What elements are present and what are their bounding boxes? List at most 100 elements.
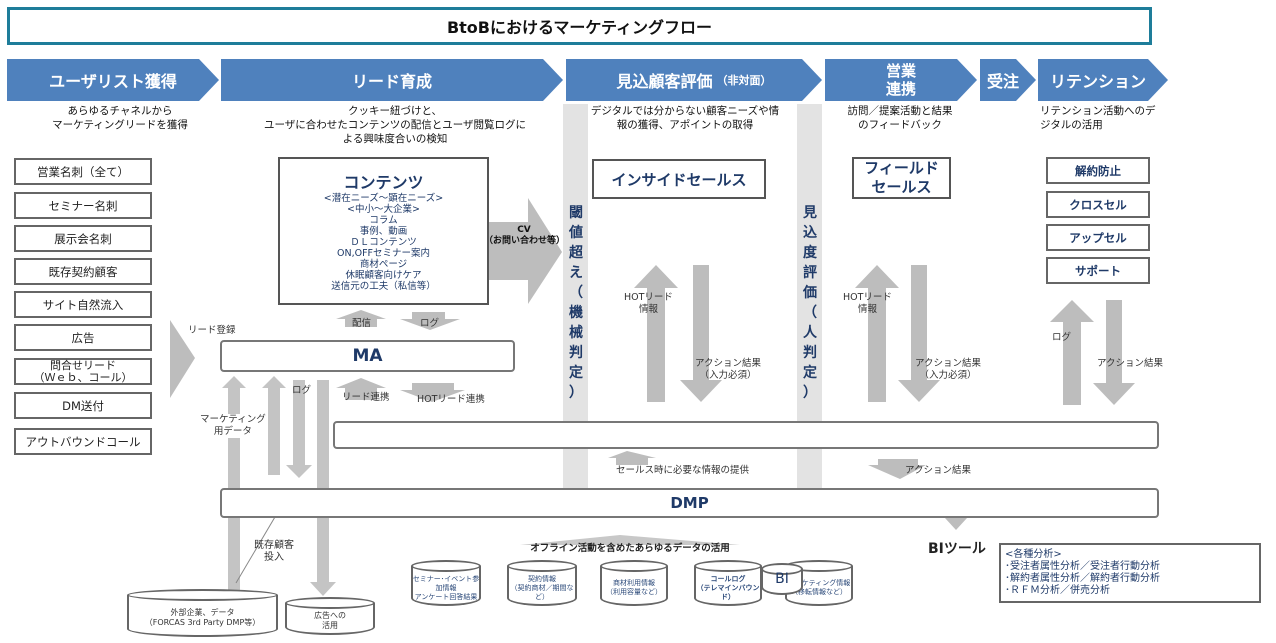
vchar: 込 [803,225,817,241]
sales-info-arrow-icon [608,451,656,465]
label-line: 活用 [322,621,338,630]
label-line: （利用容量など） [606,588,662,596]
ma-band: MA [220,340,515,372]
deliver-label: 配信 [352,318,372,329]
label-line: （テレマインバウンド） [696,583,760,601]
retention-label: 解約防止 [1075,163,1121,178]
threshold-label: 閾値超え （ 機械判定 ） [565,203,587,403]
source-ads: 広告 [14,324,152,351]
cv-line: （お問い合わせ等） [484,236,566,246]
bi-store: BI [761,563,803,595]
retention-label: サポート [1075,263,1121,278]
label-line: HOTリード [624,292,673,303]
source-label: DM送付 [62,398,104,413]
action-result-label: アクション結果 （入力必須） [695,358,761,382]
vchar: 見 [803,205,817,221]
hot-lead-info-label-2: HOTリード 情報 [843,292,892,316]
data-store-contract: 契約情報 （契約商材／期間など） [507,560,577,606]
vchar: 定 [569,365,583,381]
vchar: 評 [803,265,817,281]
source-label: アウトバウンドコール [25,434,141,449]
label-line: （入力必須） [699,370,757,381]
dmp-band: DMP [220,488,1159,518]
cv-label: CV （お問い合わせ等） [484,225,566,247]
field-sales-line: フィールド [864,159,939,177]
retention-cross-sell: クロスセル [1046,191,1150,218]
retention-up-sell: アップセル [1046,224,1150,251]
source-dm: DM送付 [14,392,152,419]
label-line: HOTリード [843,292,892,303]
retention-label: クロスセル [1069,197,1127,212]
log-label-2: ログ [292,385,312,396]
label-line: マーケティング [200,414,266,425]
offline-label: オフライン活動を含めたあらゆるデータの活用 [530,543,730,554]
vchar: 判 [569,345,583,361]
action-result-label-2: アクション結果 （入力必須） [915,358,981,382]
source-label: 展示会名刺 [54,231,112,246]
label-line: コールログ [710,574,746,583]
source-label: セミナー名刺 [48,198,118,213]
vchar: 価 [803,285,817,301]
label-line: 投入 [264,552,284,563]
retention-log-up-arrow-icon [1050,300,1094,405]
hot-lead-up-arrow-icon [634,265,678,402]
cv-line: CV [517,225,531,235]
dmp-action-label: アクション結果 [905,465,972,476]
retention-log-label: ログ [1052,332,1072,343]
analysis-line: ･受注者属性分析／受注者行動分析 [1005,561,1160,572]
source-seminar-card: セミナー名刺 [14,192,152,219]
vchar: 閾 [569,205,583,221]
source-label: 既存契約顧客 [48,264,118,279]
retention-action-label: アクション結果 [1097,358,1164,369]
data-store-seminar: セミナー･イベント参加情報 アンケート回答結果 [411,560,481,606]
label-line: （入力必須） [919,370,977,381]
prospect-label: 見込度評価 （ 人判定 ） [799,203,821,403]
vchar: 超 [569,245,583,261]
existing-customer-label: 既存顧客 投入 [254,540,294,564]
contents-title: コンテンツ [343,173,424,192]
vchar: （ [569,285,583,301]
source-label: 広告 [71,330,95,345]
analysis-line: ･解約者属性分析／解約者行動分析 [1005,573,1160,584]
label-line: 情報 [857,304,877,315]
label-line: アクション結果 [695,358,762,369]
dmp-label: DMP [670,494,709,512]
source-sales-card: 営業名刺（全て） [14,158,152,185]
ad-use-store: 広告への 活用 [285,597,375,635]
label-line: 既存顧客 [254,540,294,551]
contents-line: 休眠顧客向けケア [345,270,422,281]
hot-lead-up-arrow-icon [855,265,899,402]
label-line: （FORCAS 3rd Party DMP等） [144,618,261,627]
retention-churn-prevention: 解約防止 [1046,157,1150,184]
vchar: 人 [803,325,817,341]
retention-support: サポート [1046,257,1150,284]
source-exhibition-card: 展示会名刺 [14,225,152,252]
label-line: 広告への [314,611,346,620]
contents-line: コラム [369,215,398,226]
label-line: 情報 [638,304,658,315]
contents-line: 商材ページ [359,259,408,270]
vchar: 械 [569,325,583,341]
hot-lead-link-label: HOTリード連携 [417,394,485,405]
analysis-box: <各種分析> ･受注者属性分析／受注者行動分析 ･解約者属性分析／解約者行動分析… [999,543,1261,603]
contents-line: <潜在ニーズ～顕在ニーズ> [323,193,444,204]
bi-tool-label: BIツール [928,541,986,557]
data-store-call-log: コールログ （テレマインバウンド） [694,560,762,606]
source-inquiry: 問合せリード （Ｗｅｂ、コール） [14,358,152,385]
contents-line: ON,OFFセミナー案内 [336,248,430,259]
external-data-store: 外部企業、データ （FORCAS 3rd Party DMP等） [127,589,278,637]
cv-arrow-icon [488,198,562,304]
ma-label: MA [352,346,383,366]
contents-box: コンテンツ <潜在ニーズ～顕在ニーズ> <中小～大企業> コラム 事例、動画 Ｄ… [278,157,489,305]
field-sales-line: セールス [871,178,932,196]
inside-sales-box: インサイドセールス [592,159,766,199]
vchar: ） [803,385,817,401]
data-store-usage: 商材利用情報 （利用容量など） [600,560,668,606]
vchar: 度 [803,245,817,261]
source-label: 営業名刺（全て） [37,164,129,179]
label-line: （契約商材／期間など） [510,583,574,601]
contents-line: 事例、動画 [359,226,408,237]
contents-line: 送信元の工夫（私信等） [331,281,436,292]
vchar: （ [803,305,817,321]
lead-register-label: リード登録 [188,325,236,336]
